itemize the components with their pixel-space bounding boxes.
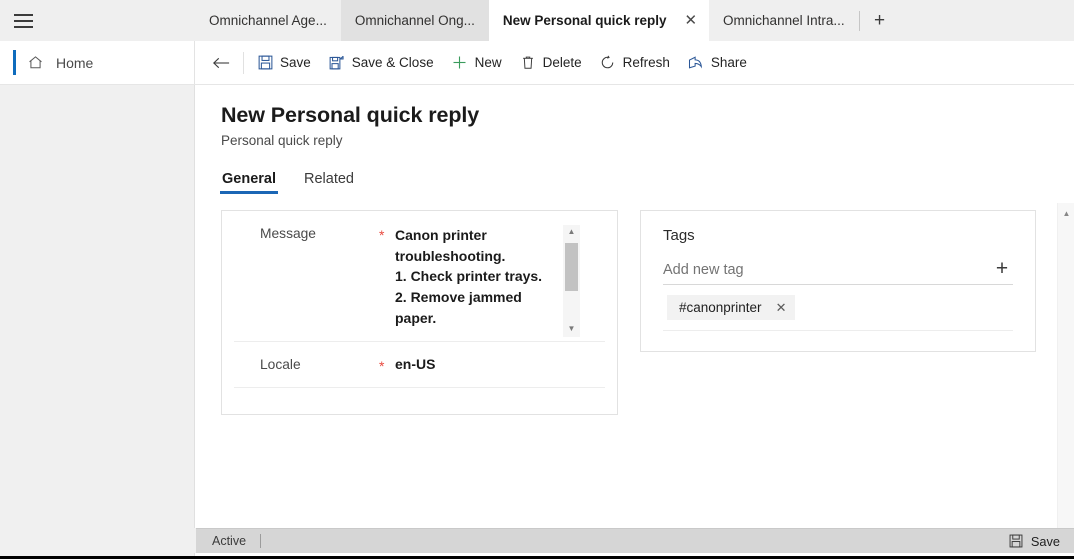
add-tag-button[interactable]: + (991, 258, 1013, 280)
delete-button[interactable]: Delete (511, 46, 591, 80)
hamburger-icon[interactable] (14, 13, 33, 28)
close-icon[interactable]: ✕ (680, 11, 701, 30)
save-button-label: Save (280, 55, 311, 70)
status-save-label: Save (1030, 533, 1060, 549)
locale-required-marker: * (379, 357, 385, 374)
message-textarea[interactable]: Canon printer troubleshooting. 1. Check … (395, 224, 580, 337)
new-button[interactable]: New (443, 46, 511, 80)
tab-general-label: General (222, 170, 276, 187)
locale-label: Locale (260, 356, 301, 372)
field-row-locale: Locale * en-US (234, 342, 605, 388)
hamburger-line (14, 13, 33, 16)
scroll-down-icon[interactable]: ▼ (563, 322, 580, 337)
app-menu-zone (0, 0, 195, 41)
command-bar: Save Save & Close New Delete Refresh Sha… (195, 41, 1074, 84)
message-label: Message (260, 225, 316, 241)
sidebar-item-home[interactable]: Home (0, 41, 195, 84)
share-icon (688, 55, 704, 71)
tab-label: New Personal quick reply (502, 13, 667, 28)
page-scroll-up-icon[interactable]: ▲ (1058, 205, 1074, 221)
hamburger-line (14, 19, 33, 22)
tag-add-row: + (663, 258, 1013, 285)
general-fields-card: Message * Canon printer troubleshooting.… (221, 209, 618, 415)
tags-card: Tags + #canonprinter ✕ (640, 209, 1036, 352)
locale-value[interactable]: en-US (395, 356, 605, 372)
scrollbar-thumb[interactable] (565, 242, 578, 291)
sidebar-item-label: Home (56, 54, 94, 71)
tab-general[interactable]: General (220, 168, 278, 194)
tab-label: Omnichannel Age... (209, 13, 327, 28)
new-button-label: New (474, 55, 502, 70)
form-sections: Message * Canon printer troubleshooting.… (221, 209, 1074, 415)
message-value-wrap: Canon printer troubleshooting. 1. Check … (395, 224, 605, 337)
trash-icon (520, 55, 536, 71)
field-row-message: Message * Canon printer troubleshooting.… (234, 211, 605, 342)
new-tab-button[interactable]: + (859, 0, 900, 41)
command-divider (243, 51, 244, 74)
tag-chip[interactable]: #canonprinter ✕ (667, 294, 796, 320)
command-row: Home Save Save & Close New Delete Refres… (0, 41, 1074, 85)
tab-omnichannel-intraday[interactable]: Omnichannel Intra... (709, 0, 859, 41)
status-divider (260, 534, 262, 548)
share-button-label: Share (710, 55, 747, 70)
refresh-button-label: Refresh (622, 55, 670, 70)
tab-related[interactable]: Related (302, 168, 356, 194)
status-save-button[interactable]: Save (1004, 531, 1064, 551)
save-button[interactable]: Save (248, 46, 320, 80)
refresh-button[interactable]: Refresh (591, 46, 679, 80)
status-bar: Active Save (196, 528, 1074, 553)
share-button[interactable]: Share (679, 46, 756, 80)
tag-chip-list: #canonprinter ✕ (663, 285, 1013, 331)
page-header: New Personal quick reply Personal quick … (196, 85, 1074, 148)
delete-button-label: Delete (542, 55, 582, 70)
status-left-group: Active (212, 534, 262, 548)
tab-label: Omnichannel Ong... (354, 13, 475, 28)
tab-related-label: Related (304, 170, 354, 187)
tags-title: Tags (663, 226, 695, 244)
status-badge: Active (212, 534, 247, 548)
hamburger-line (14, 25, 33, 28)
tab-new-personal-quick-reply[interactable]: New Personal quick reply ✕ (488, 0, 710, 41)
message-scrollbar[interactable]: ▲ ▼ (563, 224, 580, 337)
tab-list: Omnichannel Age... Omnichannel Ong... Ne… (195, 0, 1074, 41)
back-arrow-icon[interactable] (205, 47, 237, 79)
save-and-close-label: Save & Close (351, 55, 434, 70)
form-content-area: New Personal quick reply Personal quick … (196, 85, 1074, 531)
save-icon (257, 55, 273, 71)
message-value: Canon printer troubleshooting. 1. Check … (395, 226, 543, 326)
browser-tab-strip: Omnichannel Age... Omnichannel Ong... Ne… (0, 0, 1074, 41)
remove-tag-icon[interactable]: ✕ (776, 301, 787, 314)
page-subtitle: Personal quick reply (221, 132, 343, 148)
refresh-icon (600, 55, 616, 71)
home-icon (26, 54, 44, 72)
save-icon (1008, 533, 1024, 549)
add-tag-input[interactable] (663, 259, 991, 280)
page-title: New Personal quick reply (221, 103, 480, 127)
app-window: Omnichannel Age... Omnichannel Ong... Ne… (0, 0, 1074, 559)
plus-icon (452, 55, 468, 71)
tab-strip-filler (899, 0, 1074, 41)
form-tab-list: General Related (220, 168, 1074, 194)
message-required-marker: * (379, 226, 385, 243)
home-active-indicator (13, 50, 16, 75)
tab-omnichannel-agent[interactable]: Omnichannel Age... (195, 0, 341, 41)
tags-inner: Tags + #canonprinter ✕ (641, 211, 1035, 351)
tab-omnichannel-ongoing[interactable]: Omnichannel Ong... (340, 0, 489, 41)
save-close-icon (329, 55, 345, 71)
tag-chip-label: #canonprinter (679, 299, 762, 315)
left-navigation-panel (0, 85, 195, 556)
tab-label: Omnichannel Intra... (723, 13, 845, 28)
save-and-close-button[interactable]: Save & Close (320, 46, 443, 80)
card-bottom-space (222, 388, 617, 414)
page-scrollbar[interactable]: ▲ ▼ (1057, 203, 1074, 531)
status-bar-left-filler (0, 528, 196, 553)
scroll-up-icon[interactable]: ▲ (563, 225, 580, 240)
